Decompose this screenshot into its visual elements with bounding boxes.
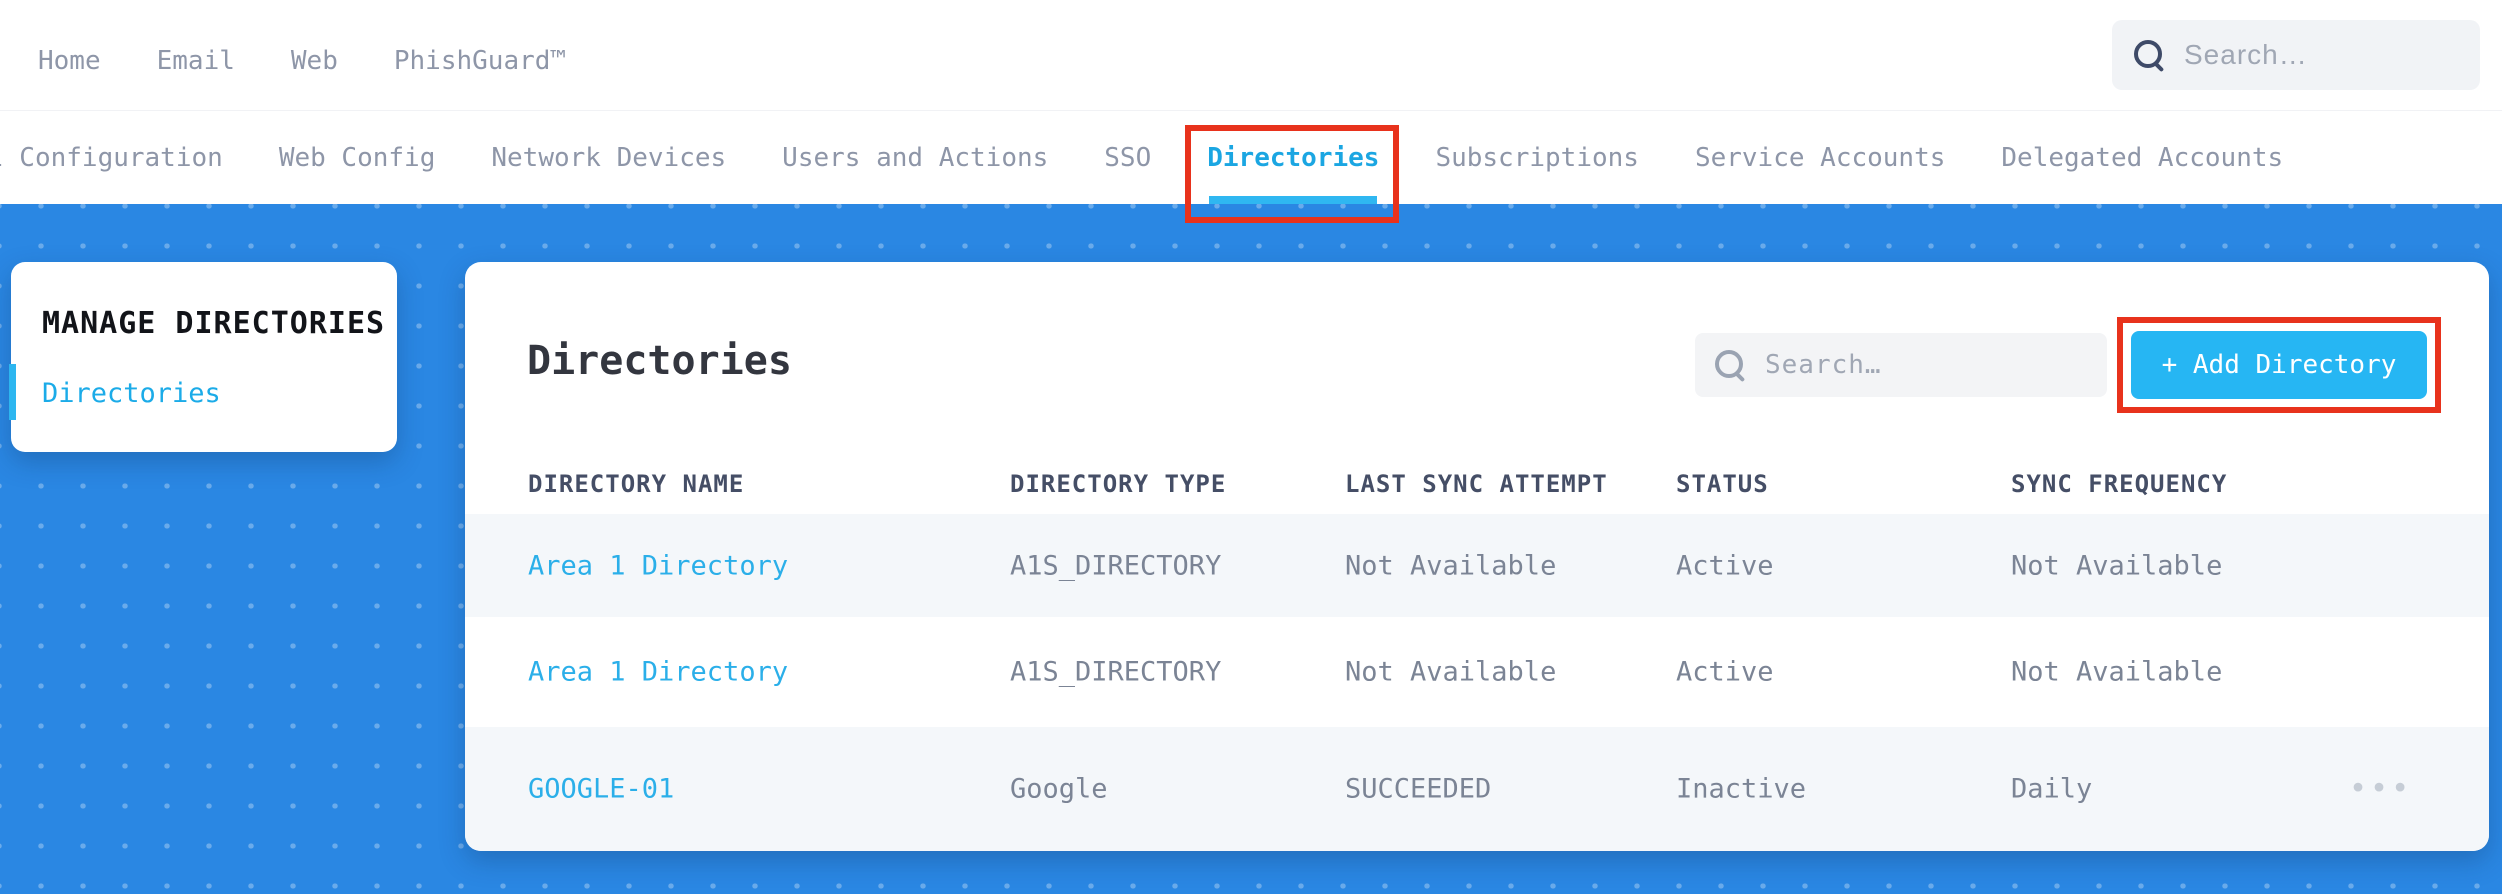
hero-background: MANAGE DIRECTORIES Directories Directori…: [0, 204, 2502, 894]
topnav-item-home[interactable]: Home: [38, 46, 101, 76]
tab-subscriptions[interactable]: Subscriptions: [1435, 143, 1639, 173]
search-icon: [2134, 40, 2164, 70]
settings-tab-bar: l Configuration Web Config Network Devic…: [0, 110, 2502, 223]
global-search-box[interactable]: [2112, 20, 2480, 90]
top-nav-items: Home Email Web PhishGuard™: [38, 0, 566, 110]
sync-frequency-cell: Not Available: [2011, 656, 2223, 688]
manage-directories-title: MANAGE DIRECTORIES: [42, 306, 386, 341]
directories-panel: Directories + Add Directory DIRECTORY NA…: [465, 262, 2489, 851]
app-window: Home Email Web PhishGuard™ l Configurati…: [0, 0, 2502, 894]
sync-frequency-cell: Not Available: [2011, 550, 2223, 581]
status-cell: Active: [1676, 656, 1774, 688]
tab-users-and-actions[interactable]: Users and Actions: [782, 143, 1048, 173]
tab-email-configuration[interactable]: l Configuration: [0, 143, 223, 173]
directory-type-cell: Google: [1010, 773, 1108, 805]
top-navbar: Home Email Web PhishGuard™: [0, 0, 2502, 110]
status-cell: Inactive: [1676, 773, 1807, 805]
column-header-last-sync-attempt: LAST SYNC ATTEMPT: [1345, 470, 1608, 498]
tab-web-config[interactable]: Web Config: [279, 143, 436, 173]
tab-directories[interactable]: Directories: [1185, 125, 1400, 223]
row-actions-ellipsis-icon[interactable]: •••: [2349, 772, 2412, 807]
last-sync-cell: Not Available: [1345, 656, 1557, 688]
tab-sso[interactable]: SSO: [1104, 143, 1151, 173]
sidebar-item-directories[interactable]: Directories: [42, 378, 221, 409]
directories-search-input[interactable]: [1765, 350, 2087, 380]
topnav-item-phishguard[interactable]: PhishGuard™: [394, 46, 566, 76]
directory-type-cell: A1S_DIRECTORY: [1010, 656, 1222, 688]
column-header-status: STATUS: [1676, 470, 1769, 498]
status-cell: Active: [1676, 550, 1774, 581]
tab-delegated-accounts[interactable]: Delegated Accounts: [2001, 143, 2283, 173]
tab-service-accounts[interactable]: Service Accounts: [1695, 143, 1945, 173]
column-header-directory-name: DIRECTORY NAME: [528, 470, 745, 498]
directory-name-link[interactable]: Area 1 Directory: [528, 657, 788, 688]
manage-directories-card: MANAGE DIRECTORIES Directories: [9, 262, 397, 452]
tab-directories-label: Directories: [1207, 143, 1380, 173]
sync-frequency-cell: Daily: [2011, 773, 2093, 805]
last-sync-cell: SUCCEEDED: [1345, 773, 1492, 805]
topnav-item-email[interactable]: Email: [157, 46, 235, 76]
tab-network-devices[interactable]: Network Devices: [491, 143, 726, 173]
search-icon: [1715, 350, 1745, 380]
page-title: Directories: [527, 338, 792, 384]
active-item-indicator-bar: [9, 364, 16, 420]
directories-search-box[interactable]: [1695, 333, 2107, 397]
table-row: GOOGLE-01 Google SUCCEEDED Inactive Dail…: [465, 727, 2489, 851]
directory-name-link[interactable]: GOOGLE-01: [528, 774, 674, 805]
column-header-directory-type: DIRECTORY TYPE: [1010, 470, 1227, 498]
global-search-input[interactable]: [2184, 39, 2458, 71]
add-directory-button[interactable]: + Add Directory: [2131, 331, 2427, 399]
topnav-item-web[interactable]: Web: [291, 46, 338, 76]
directory-name-link[interactable]: Area 1 Directory: [528, 550, 788, 581]
table-row: Area 1 Directory A1S_DIRECTORY Not Avail…: [465, 514, 2489, 617]
table-header-row: DIRECTORY NAME DIRECTORY TYPE LAST SYNC …: [465, 458, 2489, 514]
table-row: Area 1 Directory A1S_DIRECTORY Not Avail…: [465, 617, 2489, 727]
last-sync-cell: Not Available: [1345, 550, 1557, 581]
settings-tab-items: l Configuration Web Config Network Devic…: [0, 111, 2283, 223]
directory-type-cell: A1S_DIRECTORY: [1010, 550, 1222, 581]
column-header-sync-frequency: SYNC FREQUENCY: [2011, 470, 2228, 498]
